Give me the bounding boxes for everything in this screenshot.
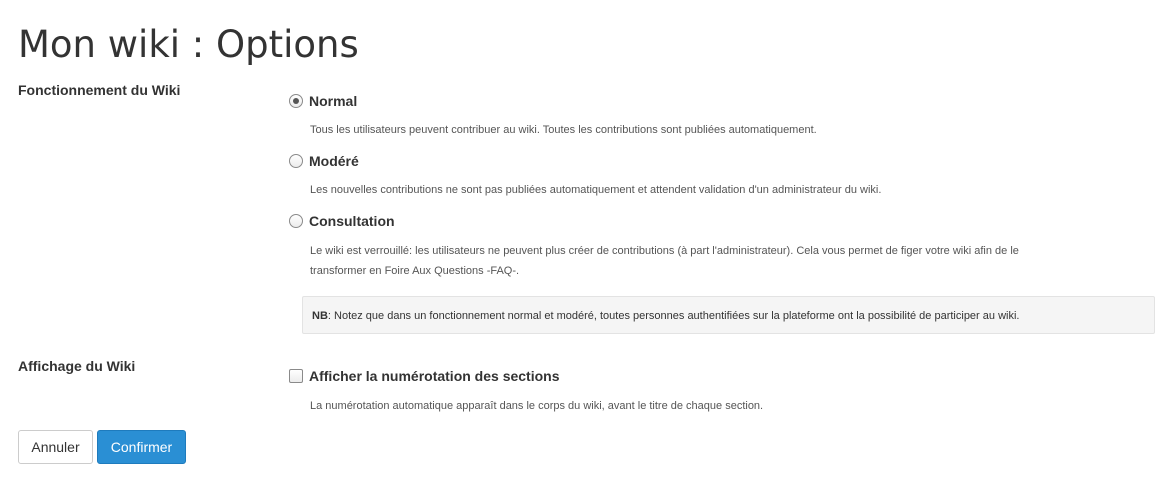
radio-option-modere[interactable]: Modéré [289,150,359,172]
radio-modere[interactable] [289,154,303,168]
page-title: Mon wiki : Options [18,23,359,66]
section-numbering-label[interactable]: Afficher la numérotation des sections [309,367,560,385]
wiki-options-page: Mon wiki : Options Fonctionnement du Wik… [0,0,1158,481]
radio-consultation-help-line1: Le wiki est verrouillé: les utilisateurs… [310,245,1019,257]
radio-option-consultation[interactable]: Consultation [289,210,395,232]
radio-consultation-label[interactable]: Consultation [309,212,395,230]
section-numbering-checkbox[interactable] [289,369,303,383]
radio-modere-help: Les nouvelles contributions ne sont pas … [310,184,882,196]
radio-normal[interactable] [289,94,303,108]
note-box: NB: Notez que dans un fonctionnement nor… [302,296,1155,334]
section-numbering-option[interactable]: Afficher la numérotation des sections [289,365,560,387]
radio-option-normal[interactable]: Normal [289,90,357,112]
radio-modere-label[interactable]: Modéré [309,152,359,170]
mode-section-label: Fonctionnement du Wiki [18,82,181,98]
confirm-button[interactable]: Confirmer [97,430,186,464]
display-section-label: Affichage du Wiki [18,358,136,374]
radio-consultation[interactable] [289,214,303,228]
radio-consultation-help-line2: transformer en Foire Aux Questions -FAQ-… [310,265,520,277]
radio-normal-label[interactable]: Normal [309,92,357,110]
note-prefix: NB [312,310,328,322]
radio-normal-help: Tous les utilisateurs peuvent contribuer… [310,124,817,136]
section-numbering-help: La numérotation automatique apparaît dan… [310,400,764,412]
note-text: : Notez que dans un fonctionnement norma… [327,310,1020,322]
cancel-button[interactable]: Annuler [18,430,93,464]
